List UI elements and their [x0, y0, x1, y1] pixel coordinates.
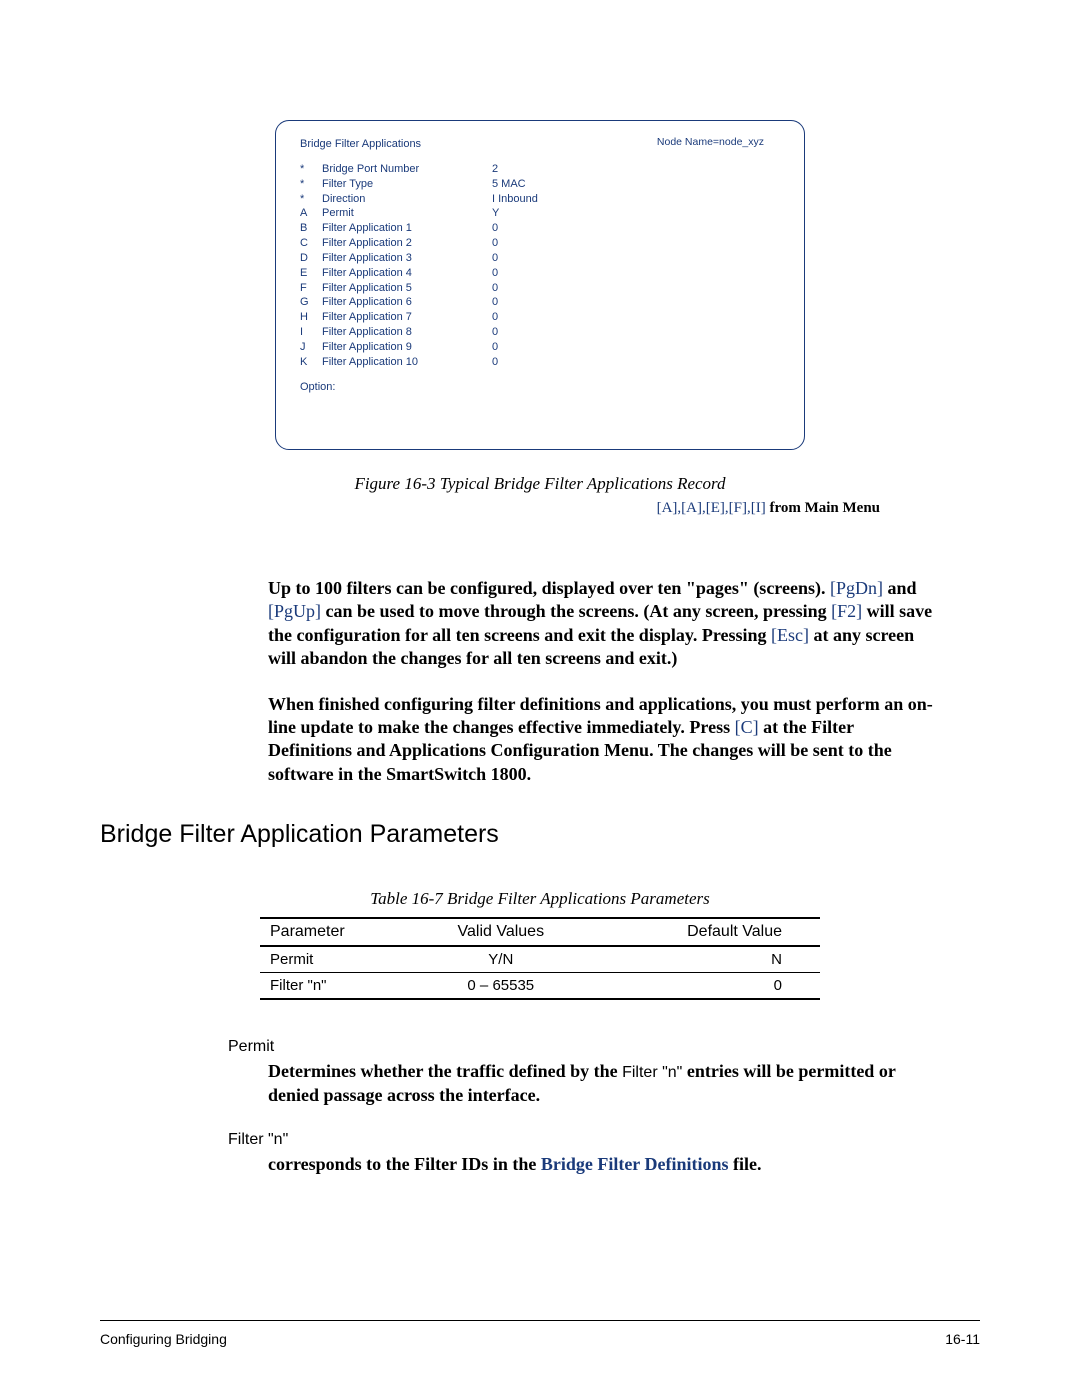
- terminal-row: BFilter Application 10: [300, 221, 780, 236]
- def-body-permit: Determines whether the traffic defined b…: [268, 1060, 940, 1107]
- figure-caption: Figure 16-3 Typical Bridge Filter Applic…: [100, 474, 980, 494]
- terminal-row: *DirectionI Inbound: [300, 192, 780, 207]
- footer-left: Configuring Bridging: [100, 1331, 227, 1347]
- bridge-filter-definitions-link[interactable]: Bridge Filter Definitions: [541, 1154, 729, 1174]
- table-row: Filter "n" 0 – 65535 0: [260, 973, 820, 1000]
- terminal-row: *Bridge Port Number2: [300, 162, 780, 177]
- paragraph-2: When finished configuring filter definit…: [268, 693, 940, 787]
- figure-menu-path: [A],[A],[E],[F],[I] from Main Menu: [100, 500, 880, 517]
- terminal-row: JFilter Application 90: [300, 340, 780, 355]
- terminal-row: *Filter Type5 MAC: [300, 177, 780, 192]
- body-text: Up to 100 filters can be configured, dis…: [268, 577, 940, 786]
- terminal-row: GFilter Application 60: [300, 295, 780, 310]
- def-body-filter-n: corresponds to the Filter IDs in the Bri…: [268, 1153, 940, 1176]
- terminal-row: EFilter Application 40: [300, 266, 780, 281]
- footer-page-number: 16-11: [945, 1331, 980, 1347]
- terminal-row: DFilter Application 30: [300, 251, 780, 266]
- definitions: Permit Determines whether the traffic de…: [228, 1038, 980, 1177]
- terminal-row: IFilter Application 80: [300, 325, 780, 340]
- terminal-row: APermitY: [300, 206, 780, 221]
- parameters-table: Parameter Valid Values Default Value Per…: [260, 917, 820, 1000]
- table-caption: Table 16-7 Bridge Filter Applications Pa…: [100, 889, 980, 909]
- paragraph-1: Up to 100 filters can be configured, dis…: [268, 577, 940, 671]
- terminal-panel: Node Name=node_xyz Bridge Filter Applica…: [275, 120, 805, 450]
- terminal-row: CFilter Application 20: [300, 236, 780, 251]
- terminal-option-prompt: Option:: [300, 380, 780, 395]
- table-row: Permit Y/N N: [260, 946, 820, 973]
- section-heading: Bridge Filter Application Parameters: [100, 820, 980, 849]
- page-footer: Configuring Bridging 16-11: [100, 1320, 980, 1347]
- def-term-permit: Permit: [228, 1038, 980, 1056]
- table-header-row: Parameter Valid Values Default Value: [260, 918, 820, 946]
- terminal-row: FFilter Application 50: [300, 281, 780, 296]
- terminal-rows: *Bridge Port Number2 *Filter Type5 MAC *…: [300, 162, 780, 370]
- terminal-row: HFilter Application 70: [300, 310, 780, 325]
- node-name-label: Node Name=node_xyz: [657, 135, 764, 149]
- terminal-row: KFilter Application 100: [300, 355, 780, 370]
- def-term-filter-n: Filter "n": [228, 1131, 980, 1149]
